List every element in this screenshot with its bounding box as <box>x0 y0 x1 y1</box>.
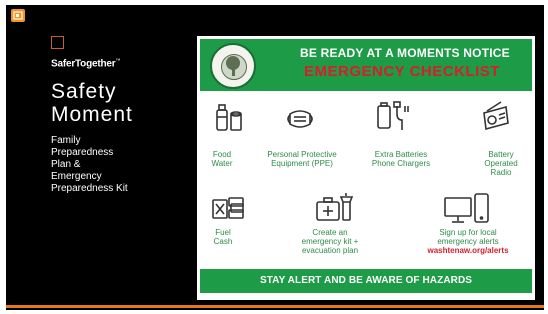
food-water-label: Food Water <box>211 150 233 168</box>
radio-label: Battery Operated Radio <box>484 150 518 177</box>
food-water-icon <box>215 102 245 139</box>
slide-title: Safety Moment <box>51 80 133 126</box>
poster-footer: STAY ALERT AND BE AWARE OF HAZARDS <box>200 269 532 293</box>
subtitle-line: Family <box>51 135 81 146</box>
subtitle-line: Preparedness <box>51 147 114 158</box>
slide-title-line: Moment <box>51 103 133 126</box>
accent-line <box>6 305 544 308</box>
fuel-cash-label: Fuel Cash <box>213 228 233 246</box>
batteries-label: Extra Batteries Phone Chargers <box>371 150 431 168</box>
checklist-poster: BE READY AT A MOMENTS NOTICE EMERGENCY C… <box>197 36 535 300</box>
title-bar <box>6 5 544 27</box>
county-seal-icon <box>210 43 256 89</box>
poster-header: BE READY AT A MOMENTS NOTICE EMERGENCY C… <box>200 39 532 91</box>
poster-header-top: BE READY AT A MOMENTS NOTICE <box>300 46 510 60</box>
slide-title-line: Safety <box>51 80 117 103</box>
accent-square <box>51 36 64 49</box>
slide-subtitle: Family Preparedness Plan & Emergency Pre… <box>51 135 151 195</box>
subtitle-line: Emergency <box>51 171 102 182</box>
presentation-app-icon[interactable] <box>11 9 25 22</box>
ppe-mask-icon <box>285 106 315 137</box>
alerts-url[interactable]: washtenaw.org/alerts <box>409 246 527 255</box>
emergency-kit-icon <box>315 192 355 229</box>
brand-logo: SaferTogether™ <box>51 58 121 70</box>
radio-icon <box>479 101 511 138</box>
battery-charger-icon <box>375 100 411 139</box>
devices-alert-icon <box>443 192 491 231</box>
poster-header-main: EMERGENCY CHECKLIST <box>304 63 500 80</box>
ppe-label: Personal Protective Equipment (PPE) <box>267 150 337 168</box>
subtitle-line: Plan & <box>51 159 81 170</box>
kit-label: Create an emergency kit + evacuation plan <box>301 228 359 255</box>
fuel-cash-icon <box>211 194 245 227</box>
subtitle-line: Preparedness Kit <box>51 183 128 194</box>
alerts-label: Sign up for local emergency alerts washte… <box>409 228 527 255</box>
